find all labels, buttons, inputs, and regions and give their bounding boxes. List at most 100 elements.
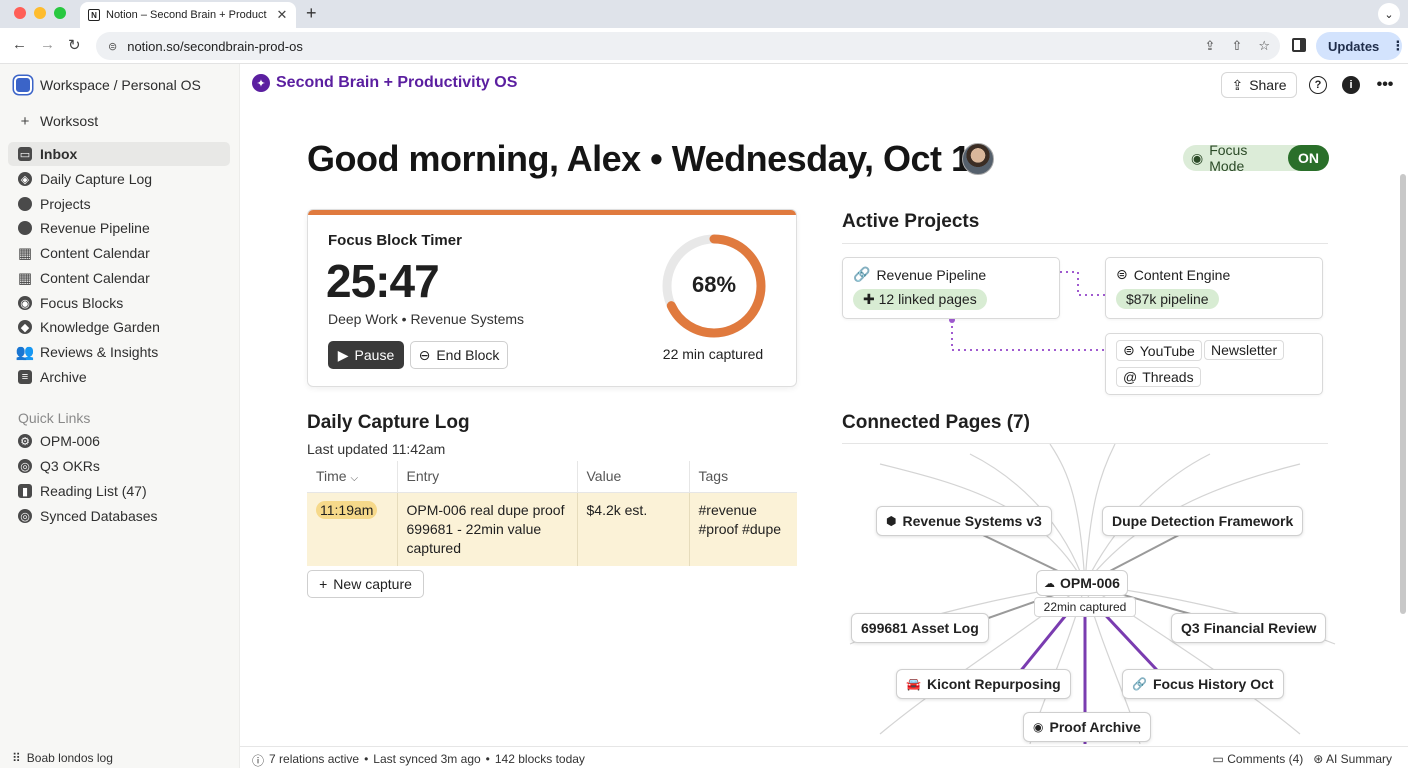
ai-summary-label: AI Summary: [1325, 752, 1392, 766]
column-header-time[interactable]: Time ⌵: [307, 461, 398, 492]
install-icon[interactable]: ⇪: [1205, 38, 1216, 54]
channel-chip-threads[interactable]: @ Threads: [1116, 367, 1201, 387]
relations-status: 7 relations active: [269, 752, 360, 766]
ai-summary-button[interactable]: ⊛ AI Summary: [1313, 752, 1392, 766]
maximize-window-button[interactable]: [54, 7, 66, 19]
column-header-entry[interactable]: Entry: [397, 461, 578, 492]
sync-status: Last synced 3m ago: [373, 752, 481, 766]
quick-link-reading-list[interactable]: ▮ Reading List (47): [8, 479, 230, 503]
page-title: Good morning, Alex • Wednesday, Oct 16: [307, 138, 991, 179]
avatar[interactable]: [962, 143, 994, 175]
sidebar-item-knowledge-garden[interactable]: ◆ Knowledge Garden: [8, 315, 230, 339]
page-breadcrumb[interactable]: ✦ Second Brain + Productivity OS: [252, 74, 517, 92]
graph-center-node[interactable]: ☁ OPM-006: [1036, 570, 1128, 596]
help-icon[interactable]: ?: [1309, 76, 1327, 94]
node-label: Focus History Oct: [1152, 676, 1274, 692]
channel-chip-youtube[interactable]: ⊜ YouTube: [1116, 340, 1202, 361]
kebab-menu-icon[interactable]: ⋮: [1391, 38, 1404, 54]
channel-label: Newsletter: [1211, 342, 1278, 358]
site-info-icon[interactable]: ⊜: [108, 40, 117, 53]
sidebar-footer[interactable]: ⠿ Boab londos log: [12, 751, 113, 765]
sidebar-item-revenue-pipeline[interactable]: Revenue Pipeline: [8, 216, 230, 240]
updates-button[interactable]: Updates ⋮: [1316, 32, 1404, 60]
sidebar-item-worksost[interactable]: + Worksost: [8, 109, 230, 133]
scrollbar[interactable]: [1400, 174, 1406, 614]
graph-node-financial-review[interactable]: Q3 Financial Review: [1171, 613, 1327, 643]
bookmark-star-icon[interactable]: ☆: [1258, 38, 1270, 54]
workspace-logo-icon: [14, 76, 32, 94]
share-page-icon[interactable]: ⇧: [1231, 38, 1242, 54]
pipeline-value-chip[interactable]: $87k pipeline: [1116, 289, 1219, 309]
forward-arrow-icon[interactable]: →: [40, 36, 55, 53]
sidebar-item-archive[interactable]: ≡ Archive: [8, 365, 230, 389]
share-button[interactable]: ⇪ Share: [1221, 72, 1297, 98]
linked-pages-chip[interactable]: ✚ 12 linked pages: [853, 289, 987, 310]
time-badge: 11:19am: [316, 500, 378, 519]
channel-label: YouTube: [1139, 342, 1195, 359]
new-capture-button[interactable]: + New capture: [307, 570, 424, 598]
new-tab-button[interactable]: +: [306, 3, 317, 24]
focus-mode-label: Focus Mode: [1209, 142, 1248, 174]
cell-value[interactable]: $4.2k est.: [577, 492, 690, 566]
book-icon: ▮: [18, 484, 32, 498]
sidebar-item-inbox[interactable]: ▭ Inbox: [8, 142, 230, 166]
project-card-content-engine[interactable]: ⊜ Content Engine $87k pipeline: [1105, 257, 1323, 319]
folder-icon: [18, 197, 32, 211]
project-link-line: [1060, 271, 1105, 296]
side-panel-icon[interactable]: [1292, 38, 1306, 52]
graph-node-dupe-detection[interactable]: Dupe Detection Framework: [1102, 506, 1304, 536]
quick-link-label: Synced Databases: [40, 508, 158, 524]
cell-entry[interactable]: OPM-006 real dupe proof 699681 - 22min v…: [397, 492, 578, 566]
sidebar-item-content-calendar[interactable]: ▦ Content Calendar: [8, 241, 230, 265]
channel-chip-newsletter[interactable]: Newsletter: [1204, 340, 1285, 360]
workspace-switcher[interactable]: Workspace / Personal OS: [14, 76, 201, 94]
table-row[interactable]: 11:19am OPM-006 real dupe proof 699681 -…: [307, 492, 797, 566]
cell-time[interactable]: 11:19am: [307, 492, 398, 566]
database-icon: ⊜: [1116, 266, 1128, 282]
timer-subtitle: Deep Work • Revenue Systems: [328, 311, 525, 327]
sidebar-item-reviews-insights[interactable]: 👥 Reviews & Insights: [8, 340, 230, 364]
node-label: Q3 Financial Review: [1181, 620, 1317, 636]
comment-icon: ▭: [1212, 752, 1224, 766]
sidebar-item-content-calendar-2[interactable]: ▦ Content Calendar: [8, 266, 230, 290]
sidebar-item-projects[interactable]: Projects: [8, 192, 230, 216]
connected-pages-title: Connected Pages (7): [842, 412, 1030, 433]
graph-node-revenue-systems[interactable]: ⬢ Revenue Systems v3: [876, 506, 1052, 536]
graph-node-focus-history[interactable]: 🔗 Focus History Oct: [1122, 669, 1284, 699]
column-header-label: Time: [316, 468, 347, 485]
graph-node-repurposing[interactable]: 🚘 Kicont Repurposing: [896, 669, 1071, 699]
reload-icon[interactable]: ↻: [68, 36, 81, 54]
archive-icon: ≡: [18, 370, 32, 384]
graph-node-proof-archive[interactable]: ◉ Proof Archive: [1023, 712, 1151, 742]
url-input[interactable]: ⊜ notion.so/secondbrain-prod-os ⇪ ⇧ ☆: [96, 32, 1280, 60]
minimize-window-button[interactable]: [34, 7, 46, 19]
tab-search-chevron-icon[interactable]: ⌄: [1378, 3, 1400, 25]
comments-button[interactable]: ▭ Comments (4): [1213, 752, 1304, 766]
back-arrow-icon[interactable]: ←: [12, 36, 27, 53]
focus-mode-toggle[interactable]: ◉ Focus Mode ON: [1183, 142, 1329, 174]
column-header-value[interactable]: Value: [577, 461, 690, 492]
more-options-icon[interactable]: •••: [1376, 76, 1394, 94]
close-tab-icon[interactable]: ✕: [274, 7, 290, 23]
separator-dot: •: [364, 752, 369, 766]
project-card-revenue-pipeline[interactable]: 🔗 Revenue Pipeline ✚ 12 linked pages: [842, 257, 1060, 319]
quick-link-q3-okrs[interactable]: ◎ Q3 OKRs: [8, 454, 230, 478]
sidebar-item-focus-blocks[interactable]: ◉ Focus Blocks: [8, 291, 230, 315]
cell-tags[interactable]: #revenue #proof #dupe: [689, 492, 797, 566]
quick-link-opm-006[interactable]: ⚙ OPM-006: [8, 429, 230, 453]
sidebar-item-daily-capture-log[interactable]: ◈ Daily Capture Log: [8, 167, 230, 191]
sidebar-item-label: Worksost: [40, 113, 99, 129]
project-name-label: Revenue Pipeline: [876, 266, 987, 283]
capture-log-title: Daily Capture Log: [307, 412, 470, 433]
status-bar: ⓘ 7 relations active • Last synced 3m ag…: [240, 746, 1408, 768]
quick-links-heading: Quick Links: [18, 410, 91, 426]
close-window-button[interactable]: [14, 7, 26, 19]
info-icon[interactable]: i: [1342, 76, 1360, 94]
browser-tab[interactable]: N Notion – Second Brain + Product ✕: [80, 2, 296, 28]
end-block-button[interactable]: ⊖ End Block: [410, 341, 508, 369]
pause-button[interactable]: ▶ Pause: [328, 341, 404, 369]
new-capture-label: New capture: [333, 576, 412, 592]
graph-node-asset-log[interactable]: 699681 Asset Log: [851, 613, 989, 643]
quick-link-synced-databases[interactable]: ◎ Synced Databases: [8, 504, 230, 528]
column-header-tags[interactable]: Tags: [689, 461, 797, 492]
